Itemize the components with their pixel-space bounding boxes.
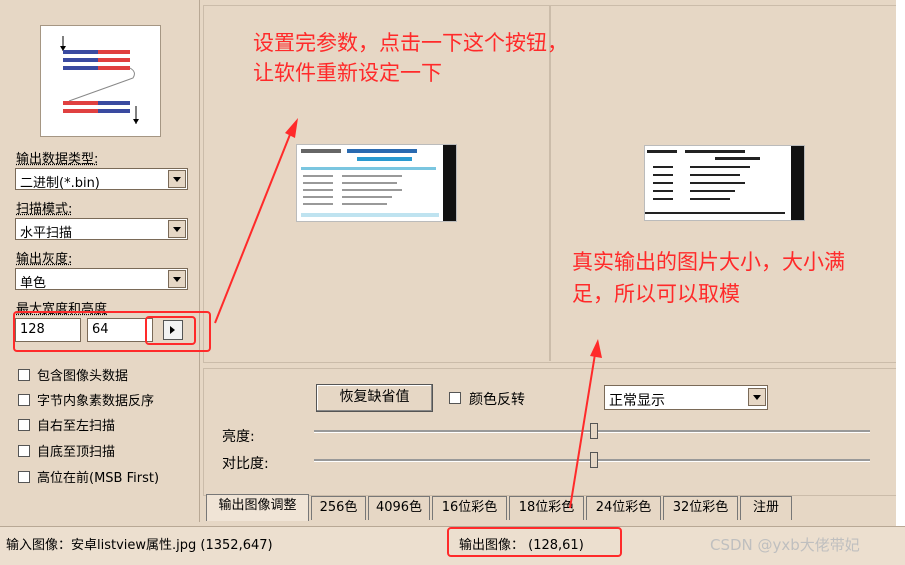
arrow-to-output-preview (569, 347, 597, 509)
arrow-to-input-preview (214, 126, 294, 324)
arrow-head-input (285, 118, 298, 138)
arrow-head-output (590, 339, 602, 358)
annotation-arrows (214, 118, 602, 509)
